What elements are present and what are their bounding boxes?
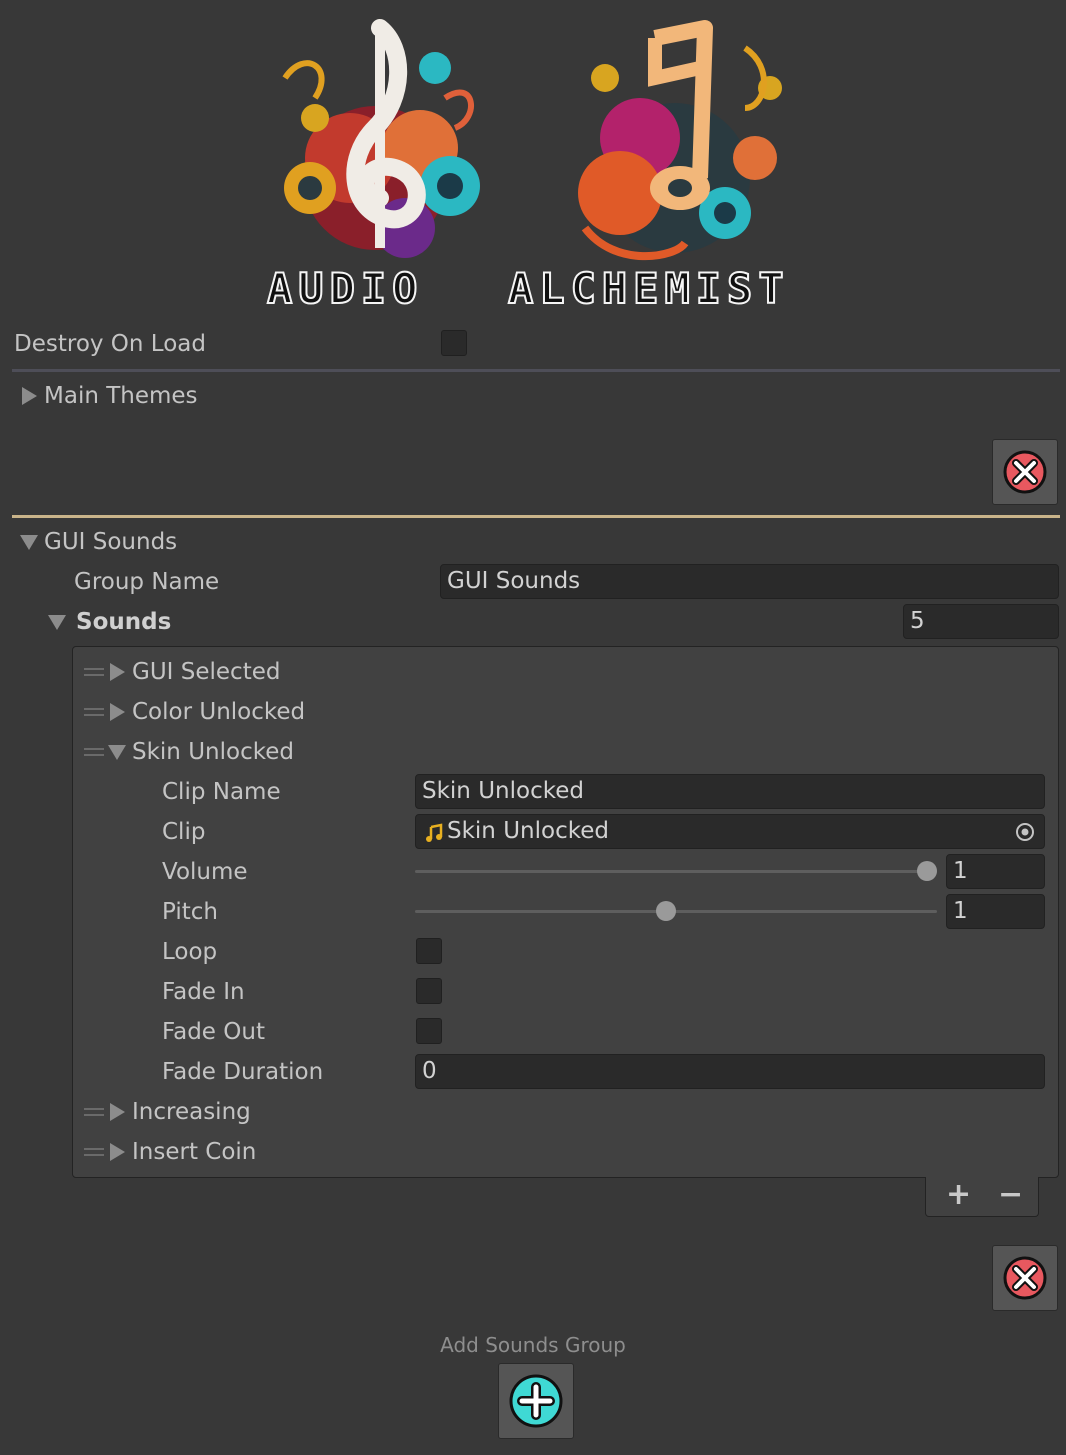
group-name-label: Group Name (74, 569, 220, 595)
clip-object-name: Skin Unlocked (447, 818, 609, 844)
pitch-slider-track[interactable] (415, 910, 937, 913)
remove-item-button[interactable]: − (998, 1177, 1023, 1213)
group-name-field[interactable]: GUI Sounds (440, 564, 1059, 599)
item-foldout-arrow-icon[interactable] (110, 1143, 125, 1161)
drag-handle-icon[interactable] (84, 1108, 104, 1116)
treble-clef-emblem (282, 19, 480, 258)
fade-out-label: Fade Out (162, 1019, 265, 1045)
pitch-label: Pitch (162, 899, 218, 925)
item-foldout-arrow-icon[interactable] (110, 703, 125, 721)
sounds-count-field[interactable]: 5 (903, 604, 1059, 639)
item-foldout-arrow-icon[interactable] (110, 1103, 125, 1121)
pitch-slider-knob[interactable] (655, 901, 676, 921)
sound-item-insert-coin[interactable]: Insert Coin (132, 1136, 256, 1168)
music-note-emblem (578, 20, 782, 261)
add-item-button[interactable]: + (946, 1177, 971, 1213)
clip-label: Clip (162, 819, 206, 845)
volume-slider-knob[interactable] (917, 861, 937, 881)
object-picker-icon[interactable] (1014, 821, 1036, 843)
drag-handle-icon[interactable] (84, 1148, 104, 1156)
drag-handle-icon[interactable] (84, 668, 104, 676)
logo-title-alchemist: ALCHEMIST (507, 263, 790, 314)
plus-icon (509, 1374, 563, 1428)
pitch-field[interactable]: 1 (946, 894, 1045, 929)
sound-item-color-unlocked[interactable]: Color Unlocked (132, 696, 305, 728)
logo-title-audio: AUDIO (266, 263, 424, 314)
list-footer: + − (925, 1177, 1039, 1217)
clip-name-label: Clip Name (162, 779, 281, 805)
sounds-foldout[interactable]: Sounds (76, 606, 171, 638)
clip-object-field[interactable]: Skin Unlocked (415, 814, 1045, 849)
main-themes-foldout[interactable]: Main Themes (44, 380, 198, 412)
accent-divider (12, 515, 1060, 518)
fade-duration-field[interactable]: 0 (415, 1054, 1045, 1089)
fade-out-checkbox[interactable] (416, 1018, 442, 1044)
sound-item-increasing[interactable]: Increasing (132, 1096, 251, 1128)
destroy-on-load-label: Destroy On Load (14, 331, 206, 357)
loop-label: Loop (162, 939, 218, 965)
main-themes-foldout-arrow-icon[interactable] (22, 387, 37, 405)
music-note-icon (426, 823, 443, 842)
drag-handle-icon[interactable] (84, 748, 104, 756)
item-foldout-arrow-icon[interactable] (108, 745, 126, 760)
delete-gui-sounds-button[interactable] (992, 1245, 1058, 1311)
fade-in-checkbox[interactable] (416, 978, 442, 1004)
delete-main-themes-button[interactable] (992, 439, 1058, 505)
drag-handle-icon[interactable] (84, 708, 104, 716)
sounds-foldout-arrow-icon[interactable] (48, 615, 66, 630)
gui-sounds-foldout[interactable]: GUI Sounds (44, 526, 177, 558)
logo: AUDIO ALCHEMIST (255, 8, 815, 318)
add-sounds-group-label: Add Sounds Group (440, 1333, 626, 1357)
destroy-on-load-checkbox[interactable] (441, 330, 467, 356)
close-icon (1003, 450, 1047, 494)
gui-sounds-foldout-arrow-icon[interactable] (20, 535, 38, 550)
volume-field[interactable]: 1 (946, 854, 1045, 889)
fade-duration-label: Fade Duration (162, 1059, 324, 1085)
volume-slider-track[interactable] (415, 870, 937, 873)
divider (12, 369, 1060, 372)
volume-label: Volume (162, 859, 248, 885)
loop-checkbox[interactable] (416, 938, 442, 964)
clip-name-field[interactable]: Skin Unlocked (415, 774, 1045, 809)
add-sounds-group-button[interactable] (498, 1363, 574, 1439)
item-foldout-arrow-icon[interactable] (110, 663, 125, 681)
sound-item-gui-selected[interactable]: GUI Selected (132, 656, 280, 688)
fade-in-label: Fade In (162, 979, 245, 1005)
sound-item-skin-unlocked[interactable]: Skin Unlocked (132, 736, 294, 768)
close-icon (1003, 1256, 1047, 1300)
